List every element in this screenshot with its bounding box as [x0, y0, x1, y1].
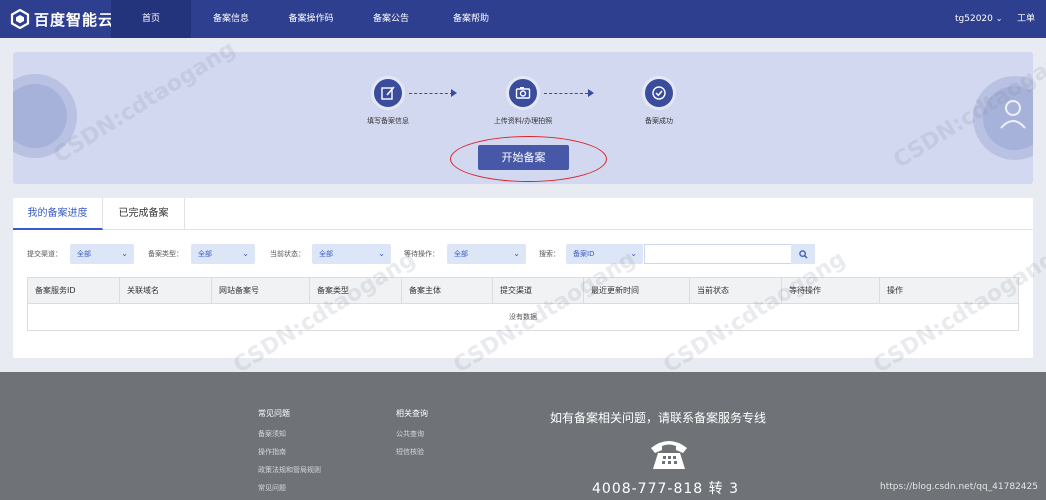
nav-record-code[interactable]: 备案操作码 — [276, 0, 346, 38]
nav-home[interactable]: 首页 — [111, 0, 191, 38]
step-label-2: 上传资料/办理拍照 — [493, 117, 553, 125]
col-service-id: 备案服务ID — [28, 278, 120, 304]
footer-query-column: 相关查询 公共查询 短信核验 — [396, 408, 428, 461]
arrow-right-icon — [588, 89, 594, 97]
customer-service-icon — [1000, 100, 1026, 129]
step-connector-2 — [544, 93, 588, 94]
step-circle-2 — [506, 76, 540, 110]
search-button[interactable] — [791, 244, 815, 264]
footer-link-public-query[interactable]: 公共查询 — [396, 425, 428, 443]
search-field-select[interactable]: 备案ID ⌄ — [566, 244, 643, 264]
chevron-down-icon: ⌄ — [513, 249, 520, 258]
tab-my-progress[interactable]: 我的备案进度 — [13, 198, 103, 230]
nav-record-help[interactable]: 备案帮助 — [436, 0, 506, 38]
chevron-down-icon: ⌄ — [378, 249, 385, 258]
status-select-value: 全部 — [319, 250, 333, 258]
search-label: 搜索： — [539, 250, 560, 258]
step-success: 备案成功 — [609, 76, 709, 126]
username: tg52020 — [955, 14, 993, 24]
record-progress-panel: 我的备案进度 已完成备案 提交渠道： 全部 ⌄ 备案类型： 全部 ⌄ 当前状态：… — [13, 198, 1033, 358]
search-input[interactable] — [644, 244, 792, 264]
footer-query-title: 相关查询 — [396, 409, 428, 418]
filter-bar: 提交渠道： 全部 ⌄ 备案类型： 全部 ⌄ 当前状态： 全部 ⌄ 等待操作： 全… — [13, 244, 1033, 264]
edit-icon — [381, 86, 395, 100]
telephone-icon — [651, 441, 687, 469]
type-select[interactable]: 全部 ⌄ — [191, 244, 255, 264]
hotline-text: 如有备案相关问题，请联系备案服务专线 — [550, 411, 767, 425]
step-label-3: 备案成功 — [645, 117, 673, 125]
col-record-type: 备案类型 — [310, 278, 402, 304]
waiting-select[interactable]: 全部 ⌄ — [447, 244, 526, 264]
col-operation: 操作 — [887, 286, 903, 295]
source-url-watermark: https://blog.csdn.net/qq_41782425 — [879, 482, 1038, 492]
start-record-button[interactable]: 开始备案 — [478, 145, 569, 170]
record-table: 备案服务ID 关联域名 网站备案号 备案类型 备案主体 提交渠道 最近更新时间 … — [27, 277, 1019, 331]
hero-banner: 填写备案信息 上传资料/办理拍照 备案成功 开始备案 — [13, 52, 1033, 184]
step-connector-1 — [409, 93, 453, 94]
search-icon — [798, 249, 808, 259]
camera-icon — [515, 87, 531, 99]
tab-bar: 我的备案进度 已完成备案 — [13, 198, 1033, 230]
step-label-1: 填写备案信息 — [367, 117, 409, 125]
col-record-subject: 备案主体 — [402, 278, 493, 304]
type-label: 备案类型： — [148, 250, 183, 258]
logo[interactable]: 百度智能云 — [10, 8, 114, 30]
footer-faq-column: 常见问题 备案须知 操作指南 政策法规和管局规则 常见问题 — [258, 408, 321, 497]
step-upload: 上传资料/办理拍照 — [473, 76, 573, 126]
footer-link-notice[interactable]: 备案须知 — [258, 425, 321, 443]
user-menu[interactable]: tg52020 ⌄ — [955, 0, 1002, 38]
footer-link-guide[interactable]: 操作指南 — [258, 443, 321, 461]
col-channel: 提交渠道 — [493, 278, 584, 304]
check-circle-icon — [652, 86, 666, 100]
step-fill-info: 填写备案信息 — [338, 76, 438, 126]
footer-link-sms-verify[interactable]: 短信核验 — [396, 443, 428, 461]
search-field-value: 备案ID — [573, 250, 595, 258]
footer-faq-title: 常见问题 — [258, 409, 290, 418]
chevron-down-icon: ⌄ — [630, 249, 637, 258]
status-label: 当前状态： — [270, 250, 305, 258]
channel-select-value: 全部 — [77, 250, 91, 258]
chevron-down-icon: ⌄ — [995, 14, 1003, 23]
type-select-value: 全部 — [198, 250, 212, 258]
top-navbar: 百度智能云 首页 备案信息 备案操作码 备案公告 备案帮助 tg52020 ⌄ … — [0, 0, 1046, 38]
step-circle-1 — [371, 76, 405, 110]
nav-record-notice[interactable]: 备案公告 — [356, 0, 426, 38]
channel-select[interactable]: 全部 ⌄ — [70, 244, 134, 264]
arrow-right-icon — [451, 89, 457, 97]
table-header: 备案服务ID 关联域名 网站备案号 备案类型 备案主体 提交渠道 最近更新时间 … — [28, 278, 1018, 304]
chevron-down-icon: ⌄ — [242, 249, 249, 258]
footer-link-faq[interactable]: 常见问题 — [258, 479, 321, 497]
col-updated-time: 最近更新时间 — [584, 278, 690, 304]
cloud-logo-icon — [10, 9, 30, 29]
decorative-circle-left — [13, 74, 77, 158]
waiting-select-value: 全部 — [454, 250, 468, 258]
col-waiting-action: 等待操作 — [782, 278, 880, 304]
logo-text: 百度智能云 — [34, 10, 115, 29]
empty-state: 没有数据 — [509, 313, 537, 321]
col-current-status: 当前状态 — [690, 278, 782, 304]
footer: 常见问题 备案须知 操作指南 政策法规和管局规则 常见问题 相关查询 公共查询 … — [0, 372, 1046, 500]
nav-ticket[interactable]: 工单 — [1017, 0, 1035, 38]
col-record-number: 网站备案号 — [212, 278, 310, 304]
step-circle-3 — [642, 76, 676, 110]
status-select[interactable]: 全部 ⌄ — [312, 244, 391, 264]
decorative-circle-right — [973, 76, 1033, 160]
hotline-number: 4008-777-818 转 3 — [592, 481, 739, 497]
waiting-label: 等待操作： — [404, 250, 439, 258]
chevron-down-icon: ⌄ — [121, 249, 128, 258]
nav-record-info[interactable]: 备案信息 — [196, 0, 266, 38]
channel-label: 提交渠道： — [27, 250, 62, 258]
tab-completed[interactable]: 已完成备案 — [103, 198, 185, 230]
footer-link-policy[interactable]: 政策法规和管局规则 — [258, 461, 321, 479]
col-domain: 关联域名 — [120, 278, 212, 304]
